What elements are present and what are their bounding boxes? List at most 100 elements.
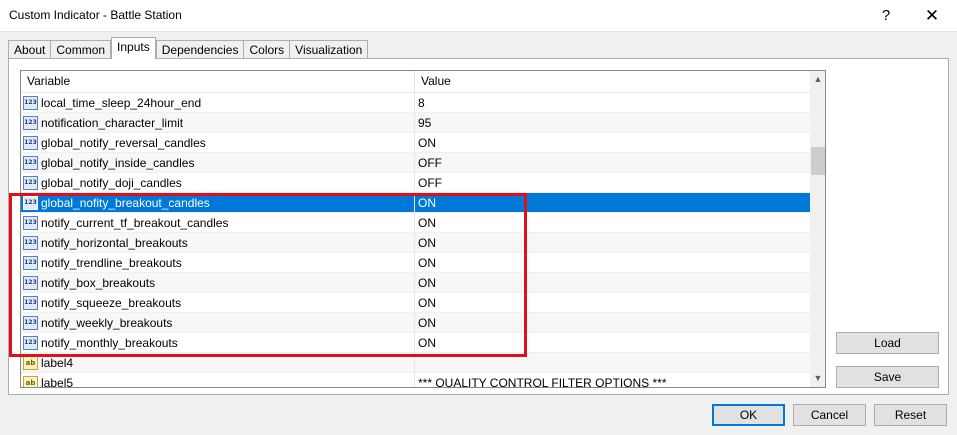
variable-name: global_notify_reversal_candles	[41, 136, 206, 150]
variable-name: notify_squeeze_breakouts	[41, 296, 182, 310]
table-row[interactable]: 123 global_notify_doji_candles OFF	[21, 173, 810, 193]
tab-visualization[interactable]: Visualization	[289, 40, 369, 59]
column-header-value[interactable]: Value	[415, 71, 810, 93]
variable-cell[interactable]: 123 global_notify_reversal_candles	[21, 133, 415, 153]
value-cell[interactable]: ON	[415, 253, 810, 273]
variable-name: notify_monthly_breakouts	[41, 336, 178, 350]
string-type-icon: ab	[23, 376, 38, 387]
variable-cell[interactable]: 123 notify_horizontal_breakouts	[21, 233, 415, 253]
value-cell[interactable]: ON	[415, 333, 810, 353]
inputs-grid: Variable Value 123 local_time_sleep_24hou…	[20, 70, 826, 388]
variable-cell[interactable]: 123 global_nofity_breakout_candles	[21, 193, 415, 213]
variable-name: notify_box_breakouts	[41, 276, 156, 290]
grid-header: Variable Value	[21, 71, 810, 93]
save-button[interactable]: Save	[836, 366, 939, 388]
tab-about[interactable]: About	[8, 40, 52, 59]
variable-cell[interactable]: 123 notify_monthly_breakouts	[21, 333, 415, 353]
tab-dependencies[interactable]: Dependencies	[155, 40, 245, 59]
table-row[interactable]: 123 notification_character_limit 95	[21, 113, 810, 133]
tab-colors[interactable]: Colors	[243, 40, 291, 59]
variable-cell[interactable]: 123 notify_box_breakouts	[21, 273, 415, 293]
variable-name: notify_trendline_breakouts	[41, 256, 182, 270]
table-row[interactable]: 123 global_notify_inside_candles OFF	[21, 153, 810, 173]
value-cell[interactable]: ON	[415, 313, 810, 333]
value-cell[interactable]: OFF	[415, 173, 810, 193]
value-cell[interactable]	[415, 353, 810, 373]
value-cell[interactable]: ON	[415, 133, 810, 153]
tab-strip: About Common Inputs Dependencies Colors …	[8, 37, 369, 59]
variable-name: notification_character_limit	[41, 116, 184, 130]
numeric-type-icon: 123	[23, 216, 38, 230]
scroll-up-arrow-icon[interactable]: ▲	[810, 71, 825, 88]
window-title: Custom Indicator - Battle Station	[9, 8, 182, 22]
table-row[interactable]: 123 notify_box_breakouts ON	[21, 273, 810, 293]
table-row[interactable]: 123 global_notify_reversal_candles ON	[21, 133, 810, 153]
numeric-type-icon: 123	[23, 176, 38, 190]
table-row[interactable]: 123 notify_trendline_breakouts ON	[21, 253, 810, 273]
variable-name: global_nofity_breakout_candles	[41, 196, 210, 210]
variable-name: notify_weekly_breakouts	[41, 316, 173, 330]
value-cell[interactable]: OFF	[415, 153, 810, 173]
numeric-type-icon: 123	[23, 116, 38, 130]
table-row[interactable]: 123 local_time_sleep_24hour_end 8	[21, 93, 810, 113]
variable-cell[interactable]: ab label4	[21, 353, 415, 373]
variable-name: notify_horizontal_breakouts	[41, 236, 188, 250]
variable-cell[interactable]: 123 local_time_sleep_24hour_end	[21, 93, 415, 113]
load-button[interactable]: Load	[836, 332, 939, 354]
numeric-type-icon: 123	[23, 236, 38, 250]
table-row[interactable]: ab label4	[21, 353, 810, 373]
ok-button[interactable]: OK	[712, 404, 785, 426]
table-row[interactable]: 123 notify_weekly_breakouts ON	[21, 313, 810, 333]
numeric-type-icon: 123	[23, 316, 38, 330]
variable-name: global_notify_doji_candles	[41, 176, 182, 190]
value-cell[interactable]: ON	[415, 213, 810, 233]
value-cell[interactable]: ON	[415, 293, 810, 313]
variable-cell[interactable]: ab label5	[21, 373, 415, 387]
variable-cell[interactable]: 123 notify_weekly_breakouts	[21, 313, 415, 333]
help-button[interactable]: ?	[866, 4, 906, 28]
tab-common[interactable]: Common	[50, 40, 112, 59]
variable-name: notify_current_tf_breakout_candles	[41, 216, 229, 230]
table-row[interactable]: 123 notify_squeeze_breakouts ON	[21, 293, 810, 313]
grid-rows: 123 local_time_sleep_24hour_end 8 123 notifi…	[21, 93, 810, 387]
scroll-thumb[interactable]	[811, 147, 825, 175]
table-row[interactable]: 123 notify_monthly_breakouts ON	[21, 333, 810, 353]
column-header-variable[interactable]: Variable	[21, 71, 415, 93]
reset-button[interactable]: Reset	[874, 404, 947, 426]
variable-cell[interactable]: 123 notification_character_limit	[21, 113, 415, 133]
numeric-type-icon: 123	[23, 156, 38, 170]
numeric-type-icon: 123	[23, 196, 38, 210]
variable-cell[interactable]: 123 notify_current_tf_breakout_candles	[21, 213, 415, 233]
variable-name: global_notify_inside_candles	[41, 156, 195, 170]
title-bar: Custom Indicator - Battle Station ? ✕	[0, 0, 957, 32]
variable-cell[interactable]: 123 notify_trendline_breakouts	[21, 253, 415, 273]
variable-cell[interactable]: 123 global_notify_doji_candles	[21, 173, 415, 193]
table-row[interactable]: 123 global_nofity_breakout_candles ON	[21, 193, 810, 213]
numeric-type-icon: 123	[23, 136, 38, 150]
cancel-button[interactable]: Cancel	[793, 404, 866, 426]
numeric-type-icon: 123	[23, 336, 38, 350]
variable-name: label4	[41, 356, 74, 370]
numeric-type-icon: 123	[23, 296, 38, 310]
variable-cell[interactable]: 123 notify_squeeze_breakouts	[21, 293, 415, 313]
table-row[interactable]: 123 notify_horizontal_breakouts ON	[21, 233, 810, 253]
value-cell[interactable]: ON	[415, 193, 810, 213]
variable-name: local_time_sleep_24hour_end	[41, 96, 202, 110]
value-cell[interactable]: ON	[415, 273, 810, 293]
numeric-type-icon: 123	[23, 96, 38, 110]
numeric-type-icon: 123	[23, 276, 38, 290]
close-button[interactable]: ✕	[912, 4, 952, 28]
value-cell[interactable]: 8	[415, 93, 810, 113]
variable-name: label5	[41, 376, 74, 387]
table-row[interactable]: ab label5 *** QUALITY CONTROL FILTER OPTIO…	[21, 373, 810, 387]
table-row[interactable]: 123 notify_current_tf_breakout_candles ON	[21, 213, 810, 233]
vertical-scrollbar[interactable]: ▲ ▼	[810, 71, 825, 387]
variable-cell[interactable]: 123 global_notify_inside_candles	[21, 153, 415, 173]
value-cell[interactable]: *** QUALITY CONTROL FILTER OPTIONS ***	[415, 373, 810, 387]
tab-inputs[interactable]: Inputs	[111, 37, 156, 59]
value-cell[interactable]: 95	[415, 113, 810, 133]
numeric-type-icon: 123	[23, 256, 38, 270]
scroll-down-arrow-icon[interactable]: ▼	[810, 370, 825, 387]
string-type-icon: ab	[23, 356, 38, 370]
value-cell[interactable]: ON	[415, 233, 810, 253]
